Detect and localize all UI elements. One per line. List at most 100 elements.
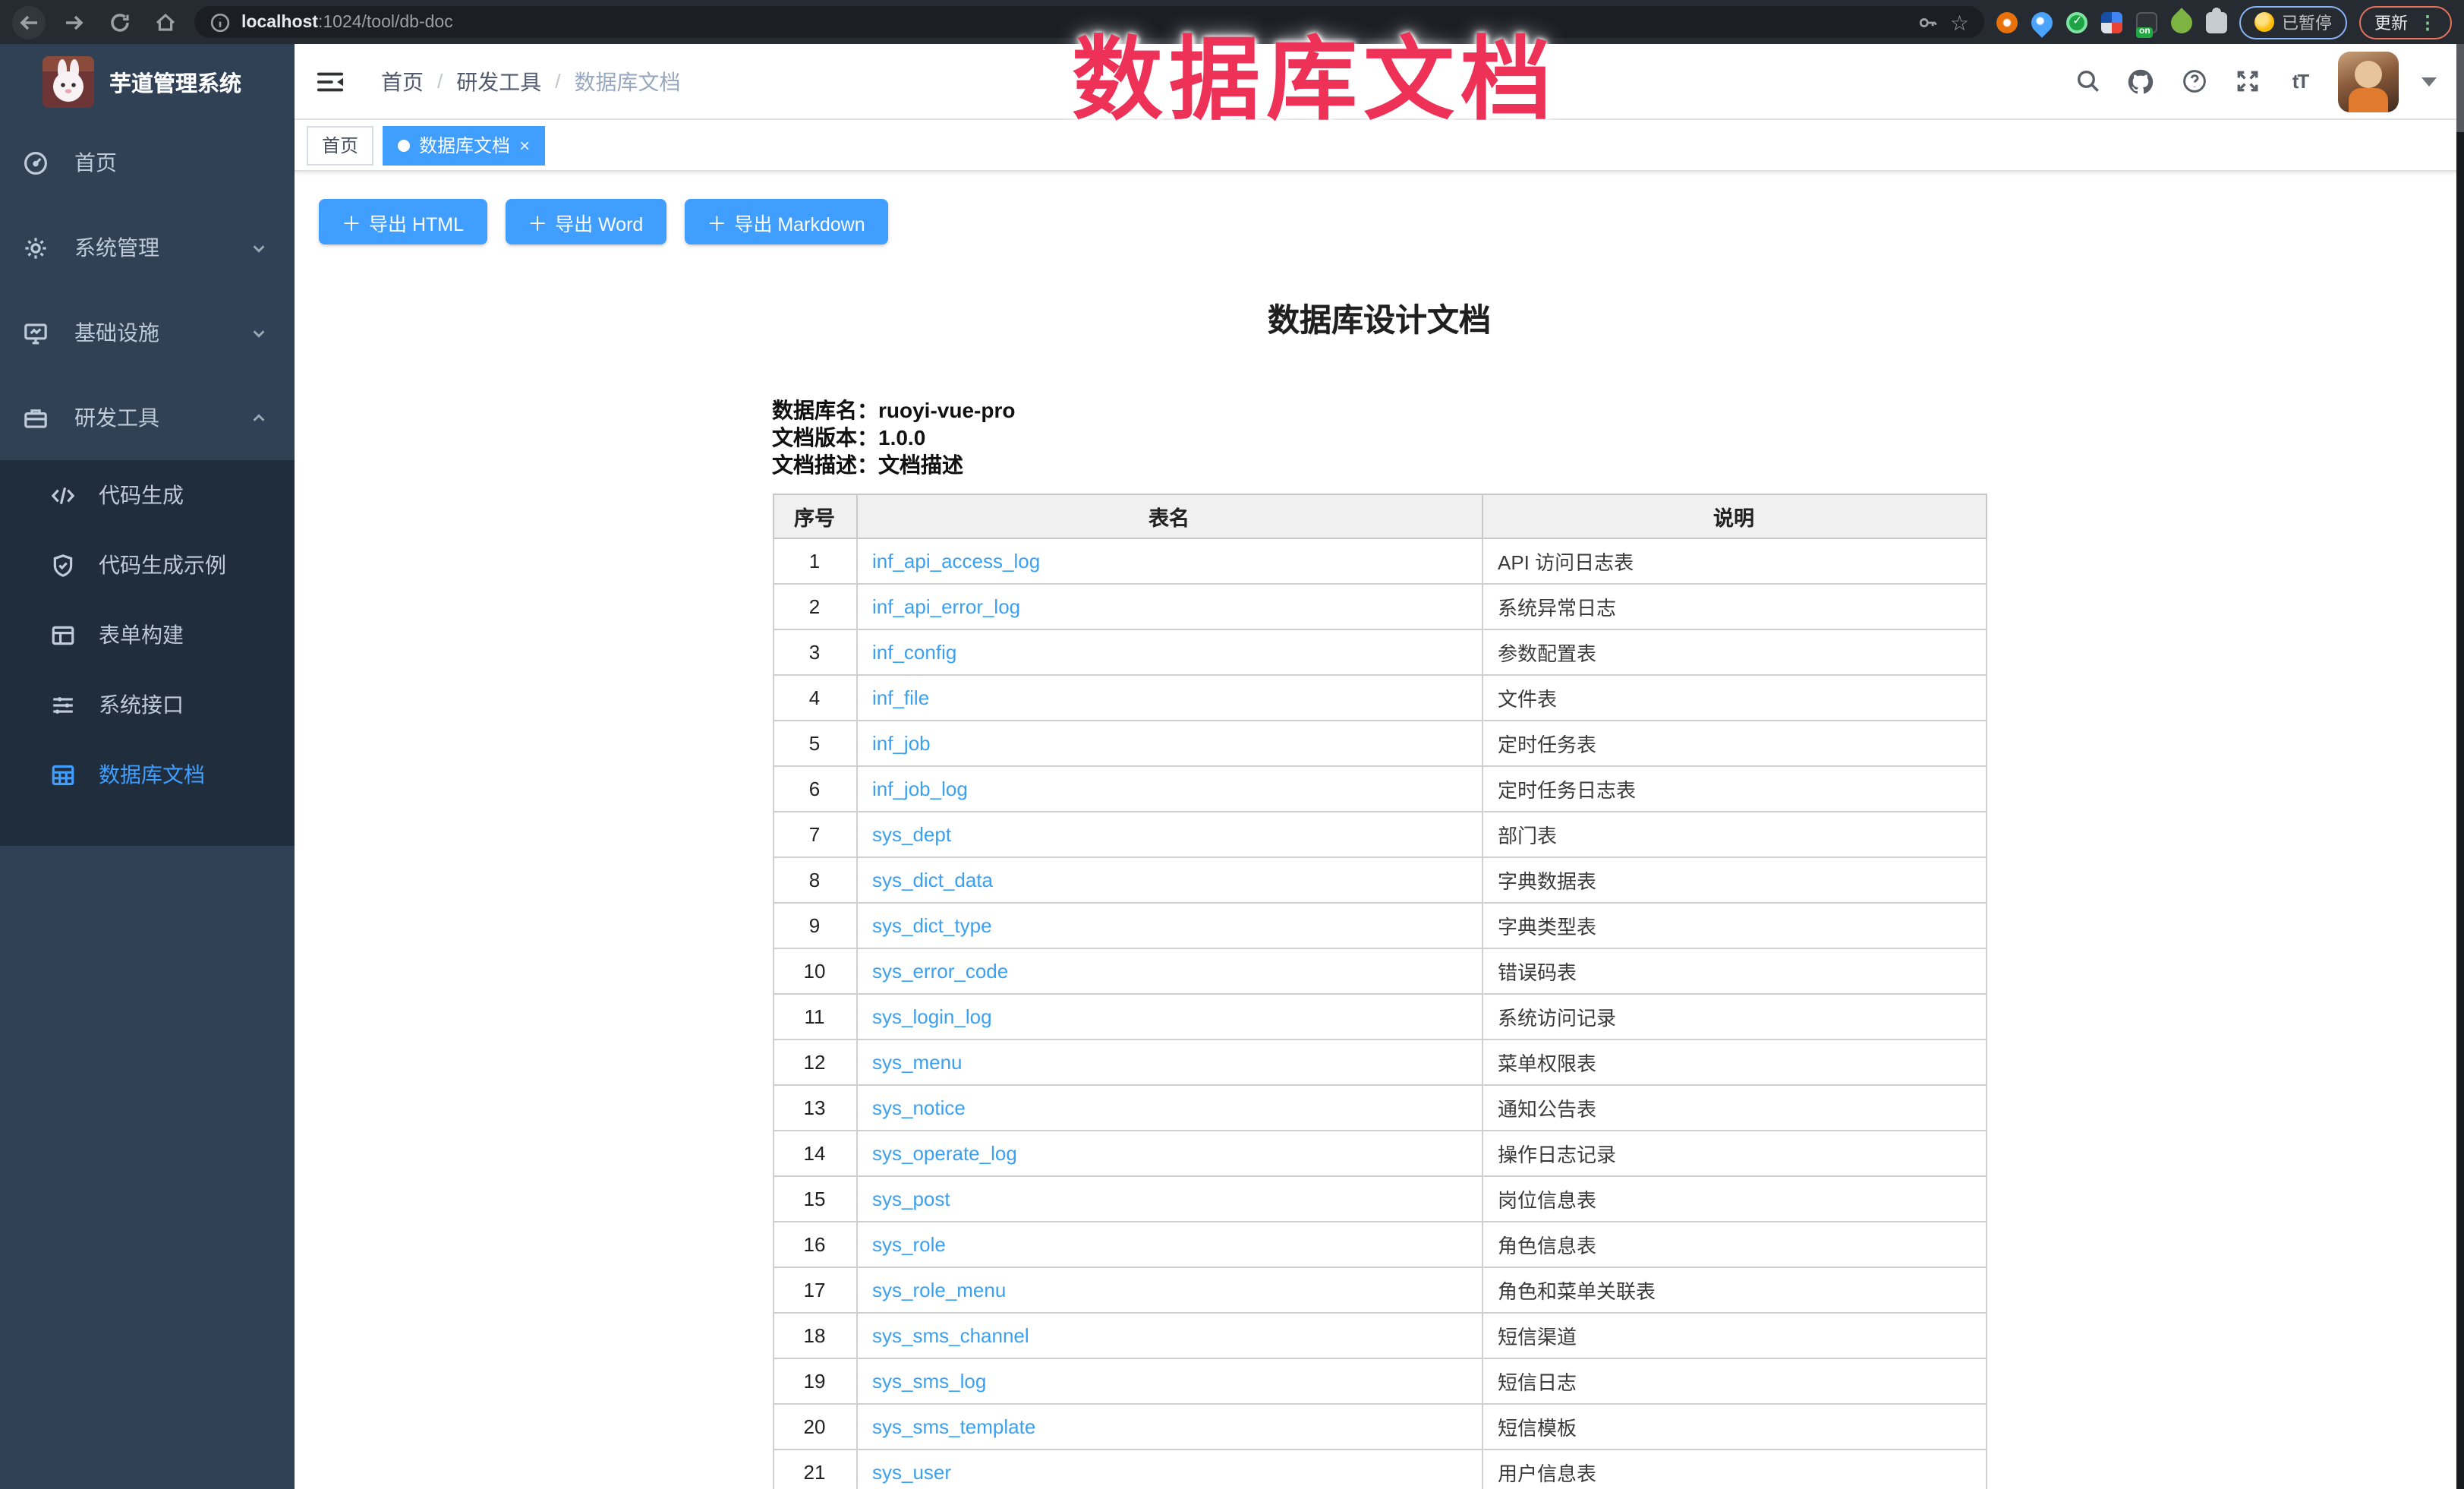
- grid-extension-icon[interactable]: [2101, 11, 2122, 33]
- user-menu-caret-icon[interactable]: [2421, 77, 2437, 86]
- table-name-link[interactable]: inf_api_access_log: [872, 550, 1040, 573]
- extensions-puzzle-icon[interactable]: [2206, 11, 2227, 33]
- browser-update-button[interactable]: 更新 ⋮: [2359, 5, 2452, 39]
- sidebar-item-devtools[interactable]: 研发工具: [0, 375, 295, 460]
- key-icon[interactable]: [1918, 11, 1939, 33]
- sidebar-item-db-doc[interactable]: 数据库文档: [0, 740, 295, 809]
- monitor-icon: [23, 320, 49, 345]
- browser-back-button[interactable]: [12, 5, 46, 39]
- map-pin-extension-icon[interactable]: [2027, 7, 2057, 37]
- row-description: 角色信息表: [1482, 1222, 1986, 1267]
- gear-icon: [23, 235, 49, 260]
- sidebar-item-codegen[interactable]: 代码生成: [0, 460, 295, 530]
- table-name-link[interactable]: sys_dept: [872, 823, 951, 846]
- help-icon[interactable]: [2179, 66, 2209, 96]
- button-label: 导出 HTML: [369, 207, 464, 236]
- table-name-link[interactable]: sys_dict_data: [872, 869, 993, 891]
- row-description: 操作日志记录: [1482, 1131, 1986, 1176]
- table-name-link[interactable]: sys_sms_template: [872, 1415, 1035, 1438]
- breadcrumb-home[interactable]: 首页: [381, 66, 424, 96]
- github-icon[interactable]: [2125, 66, 2156, 96]
- document-meta: 数据库名：ruoyi-vue-pro 文档版本：1.0.0 文档描述：文档描述: [772, 396, 1987, 478]
- table-name-link[interactable]: sys_notice: [872, 1096, 966, 1119]
- table-name-link[interactable]: sys_role_menu: [872, 1279, 1006, 1301]
- sidebar-item-home[interactable]: 首页: [0, 120, 295, 205]
- table-name-link[interactable]: sys_sms_channel: [872, 1324, 1029, 1347]
- extensions-row: on: [1996, 11, 2227, 33]
- table-name-link[interactable]: inf_file: [872, 686, 929, 709]
- browser-home-button[interactable]: [149, 5, 182, 39]
- row-number: 16: [773, 1222, 856, 1267]
- sidebar-item-label: 系统管理: [74, 232, 159, 263]
- table-row: 11 sys_login_log 系统访问记录: [773, 994, 1986, 1039]
- meta-doc-desc: 文档描述：文档描述: [772, 451, 1987, 478]
- tag-db-doc[interactable]: 数据库文档 ×: [383, 125, 545, 165]
- export-word-button[interactable]: ＋ 导出 Word: [505, 199, 666, 244]
- scrollbar-thumb[interactable]: [2456, 44, 2464, 132]
- table-name-link[interactable]: inf_config: [872, 641, 956, 664]
- close-icon[interactable]: ×: [519, 136, 530, 154]
- extension-paused-badge[interactable]: 已暂停: [2239, 5, 2347, 39]
- browser-menu-icon[interactable]: ⋮: [2418, 11, 2437, 33]
- on-badge: on: [2136, 27, 2154, 37]
- plus-icon: ＋: [528, 207, 547, 236]
- export-html-button[interactable]: ＋ 导出 HTML: [319, 199, 487, 244]
- emoji-face-icon: [2254, 12, 2274, 32]
- sidebar-collapse-button[interactable]: [316, 69, 345, 93]
- export-markdown-button[interactable]: ＋ 导出 Markdown: [684, 199, 887, 244]
- font-size-icon[interactable]: tT: [2285, 66, 2315, 96]
- fullscreen-icon[interactable]: [2232, 66, 2262, 96]
- row-description: 短信日志: [1482, 1358, 1986, 1404]
- sidebar-submenu-devtools: 代码生成 代码生成示例 表单构建: [0, 460, 295, 846]
- table-name-link[interactable]: sys_dict_type: [872, 914, 992, 937]
- row-description: 定时任务表: [1482, 721, 1986, 766]
- brand: 芋道管理系统: [0, 44, 295, 120]
- tag-home[interactable]: 首页: [307, 125, 373, 165]
- leaf-extension-icon[interactable]: [2166, 7, 2197, 37]
- chevron-down-icon: [250, 324, 267, 341]
- table-name-link[interactable]: inf_api_error_log: [872, 595, 1020, 618]
- table-name-link[interactable]: inf_job: [872, 732, 931, 755]
- row-description: 错误码表: [1482, 948, 1986, 994]
- extension-icon[interactable]: [1996, 11, 2018, 33]
- row-number: 2: [773, 584, 856, 629]
- switch-extension-icon[interactable]: on: [2136, 11, 2157, 33]
- main-area: 首页 / 研发工具 / 数据库文档: [295, 44, 2464, 1489]
- table-name-link[interactable]: sys_login_log: [872, 1005, 992, 1028]
- sidebar-item-infrastructure[interactable]: 基础设施: [0, 290, 295, 375]
- row-description: 定时任务日志表: [1482, 766, 1986, 812]
- bookmark-star-icon[interactable]: ☆: [1950, 11, 1969, 33]
- table-name-link[interactable]: sys_role: [872, 1233, 946, 1256]
- user-avatar[interactable]: [2338, 51, 2399, 112]
- plus-icon: ＋: [342, 207, 361, 236]
- sidebar-item-system-api[interactable]: 系统接口: [0, 670, 295, 740]
- table-row: 4 inf_file 文件表: [773, 675, 1986, 721]
- check-extension-icon[interactable]: [2066, 11, 2087, 33]
- table-row: 6 inf_job_log 定时任务日志表: [773, 766, 1986, 812]
- browser-forward-button[interactable]: [58, 5, 91, 39]
- table-name-link[interactable]: sys_error_code: [872, 960, 1008, 983]
- sidebar-item-codegen-demo[interactable]: 代码生成示例: [0, 530, 295, 600]
- row-number: 13: [773, 1085, 856, 1131]
- breadcrumb: 首页 / 研发工具 / 数据库文档: [381, 66, 681, 96]
- sidebar-item-system[interactable]: 系统管理: [0, 205, 295, 290]
- code-icon: [50, 482, 76, 508]
- sidebar-filler: [0, 846, 295, 1489]
- table-name-link[interactable]: sys_operate_log: [872, 1142, 1017, 1165]
- sidebar-item-label: 首页: [74, 147, 117, 178]
- table-name-link[interactable]: sys_post: [872, 1188, 950, 1210]
- search-icon[interactable]: [2072, 66, 2103, 96]
- table-name-link[interactable]: sys_user: [872, 1461, 951, 1484]
- breadcrumb-devtools[interactable]: 研发工具: [456, 66, 541, 96]
- table-row: 16 sys_role 角色信息表: [773, 1222, 1986, 1267]
- table-name-link[interactable]: sys_menu: [872, 1051, 963, 1074]
- table-icon: [50, 762, 76, 787]
- browser-scrollbar[interactable]: [2456, 44, 2464, 1489]
- table-name-link[interactable]: inf_job_log: [872, 778, 968, 800]
- table-row: 17 sys_role_menu 角色和菜单关联表: [773, 1267, 1986, 1313]
- browser-reload-button[interactable]: [103, 5, 137, 39]
- sidebar-item-label: 代码生成示例: [99, 550, 226, 580]
- site-info-icon[interactable]: [210, 11, 231, 33]
- table-name-link[interactable]: sys_sms_log: [872, 1370, 986, 1393]
- sidebar-item-form-builder[interactable]: 表单构建: [0, 600, 295, 670]
